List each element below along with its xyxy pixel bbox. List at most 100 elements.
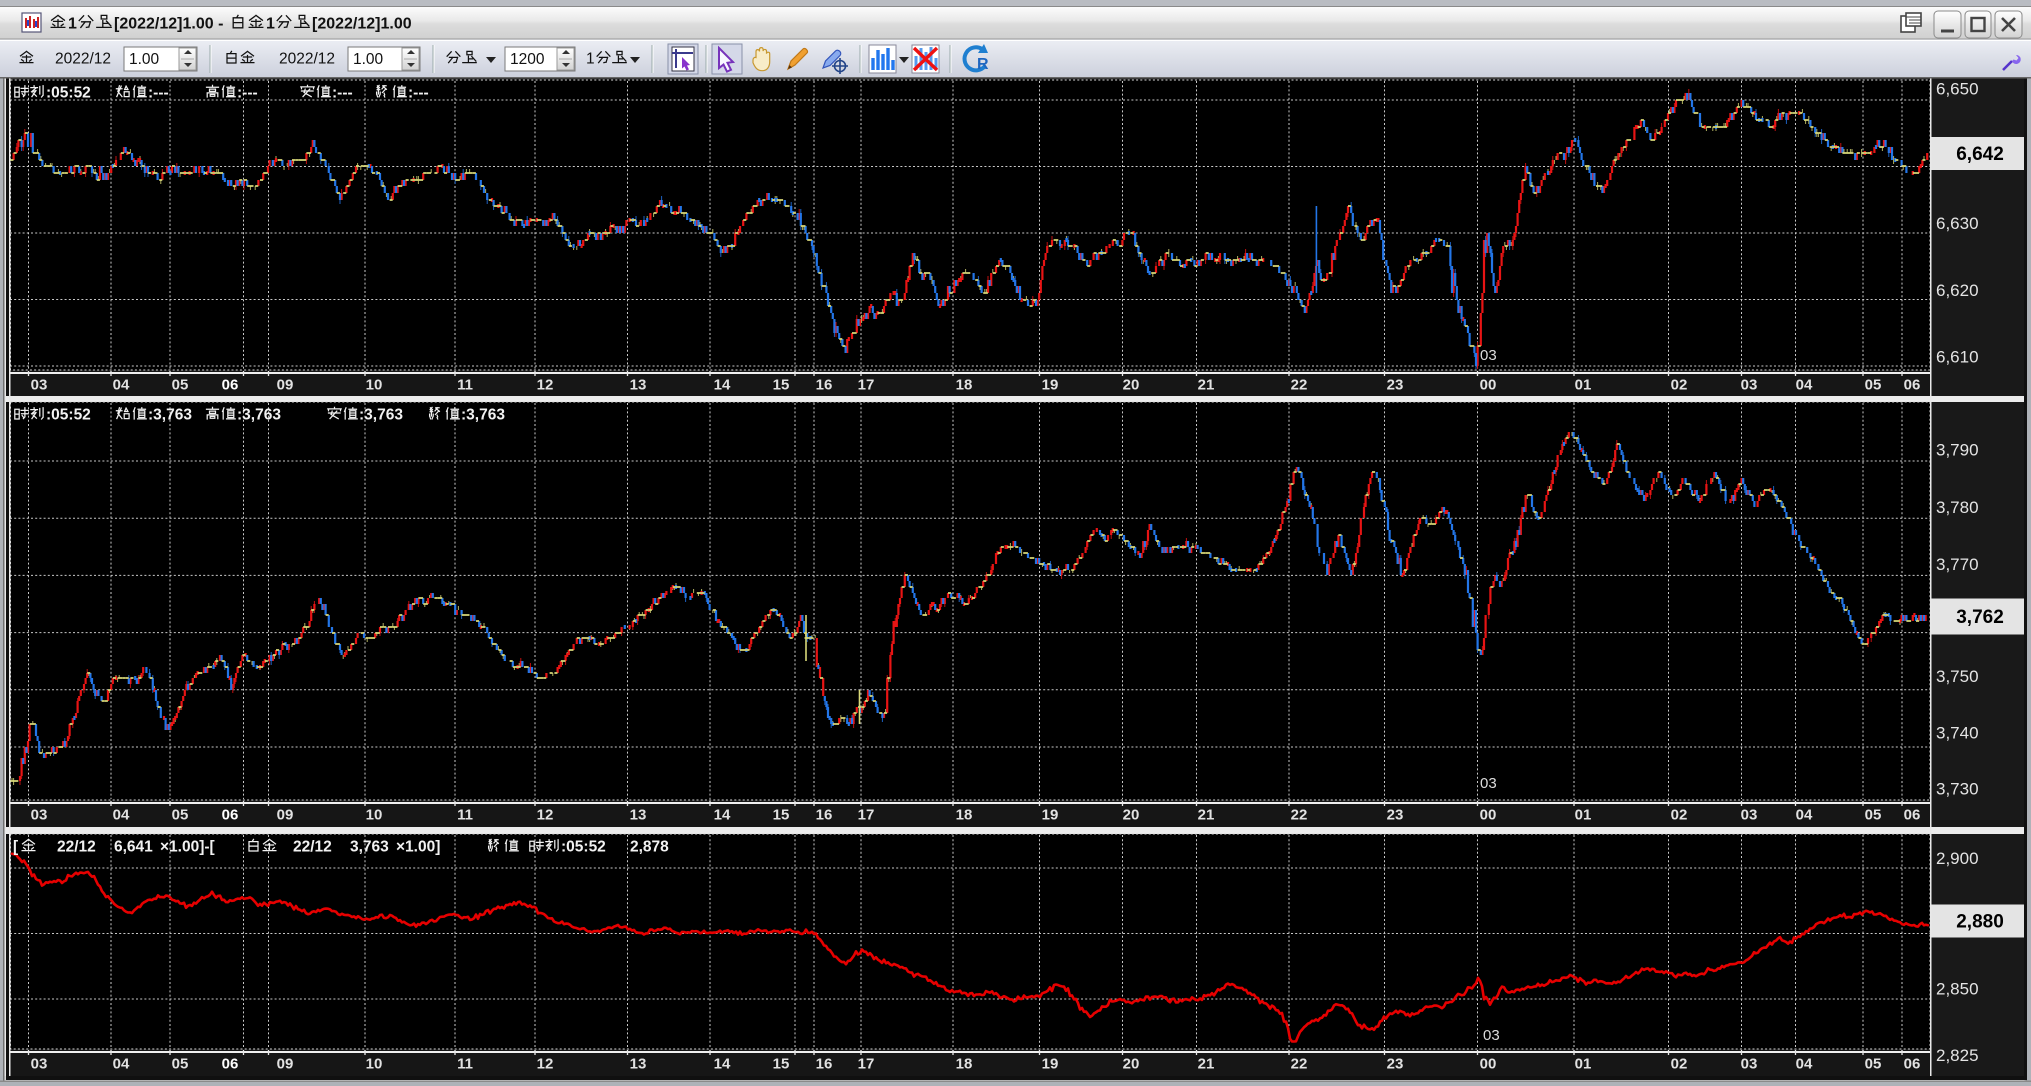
svg-text:23: 23 [1387,807,1404,824]
svg-text:03: 03 [1741,807,1758,824]
svg-text:04: 04 [113,807,130,824]
svg-text::05:52: :05:52 [46,85,91,102]
svg-text:17: 17 [858,1056,875,1073]
svg-text::3,763: :3,763 [359,407,403,424]
svg-text:19: 19 [1042,807,1059,824]
svg-text:×1.00]: ×1.00] [396,839,440,856]
svg-text:6,642: 6,642 [1956,144,2004,165]
svg-text:20: 20 [1123,807,1140,824]
svg-text:23: 23 [1387,377,1404,394]
svg-text:6,610: 6,610 [1936,348,1979,367]
svg-text:03: 03 [1741,377,1758,394]
svg-text:02: 02 [1671,1056,1688,1073]
svg-text:2,878: 2,878 [630,839,669,856]
svg-text:06: 06 [222,1056,239,1073]
svg-text:1.00: 1.00 [129,51,160,68]
svg-text:19: 19 [1042,377,1059,394]
svg-text:00: 00 [1480,1056,1497,1073]
svg-text:3,762: 3,762 [1956,607,2004,628]
svg-text:R: R [977,56,989,73]
svg-text:17: 17 [858,377,875,394]
svg-text:6,650: 6,650 [1936,80,1979,99]
svg-text:[: [ [13,839,18,856]
svg-text:6,641: 6,641 [114,839,153,856]
svg-text:13: 13 [630,1056,647,1073]
svg-text:06: 06 [1904,807,1921,824]
svg-text:21: 21 [1198,1056,1215,1073]
svg-text:14: 14 [714,807,731,824]
svg-text:23: 23 [1387,1056,1404,1073]
svg-text::---: :--- [408,85,429,102]
svg-text:06: 06 [1904,377,1921,394]
svg-text:2,880: 2,880 [1956,912,2004,933]
svg-text:16: 16 [816,377,833,394]
svg-text:21: 21 [1198,807,1215,824]
svg-text:09: 09 [277,807,294,824]
svg-text:22: 22 [1291,1056,1308,1073]
svg-text:04: 04 [1796,807,1813,824]
svg-text:22/12: 22/12 [57,839,96,856]
svg-text:05: 05 [172,377,189,394]
svg-text:05: 05 [1865,807,1882,824]
svg-text:11: 11 [457,377,473,394]
svg-text::---: :--- [148,85,169,102]
svg-text:15: 15 [773,377,790,394]
svg-text:02: 02 [1671,377,1688,394]
svg-text:06: 06 [1904,1056,1921,1073]
svg-text:14: 14 [714,1056,731,1073]
svg-text:03: 03 [31,1056,48,1073]
svg-text:3,770: 3,770 [1936,555,1979,574]
svg-text:20: 20 [1123,377,1140,394]
svg-text:16: 16 [816,807,833,824]
svg-text:22: 22 [1291,807,1308,824]
svg-text:16: 16 [816,1056,833,1073]
svg-text:05: 05 [1865,377,1882,394]
svg-text:2022/12: 2022/12 [279,51,335,68]
svg-text:[2022/12]1.00 -: [2022/12]1.00 - [114,16,223,33]
svg-text:03: 03 [1480,347,1497,364]
svg-text:2,850: 2,850 [1936,980,1979,999]
svg-text:01: 01 [1575,1056,1592,1073]
svg-text:6,630: 6,630 [1936,214,1979,233]
svg-text:03: 03 [1741,1056,1758,1073]
svg-text:03: 03 [1480,775,1497,792]
svg-text:2,900: 2,900 [1936,849,1979,868]
svg-text:05: 05 [172,1056,189,1073]
svg-text:14: 14 [714,377,731,394]
svg-text:21: 21 [1198,377,1215,394]
svg-text:05: 05 [1865,1056,1882,1073]
svg-text:10: 10 [366,1056,383,1073]
svg-text:13: 13 [630,377,647,394]
svg-text:01: 01 [1575,377,1592,394]
svg-text:20: 20 [1123,1056,1140,1073]
svg-text:00: 00 [1480,807,1497,824]
svg-text::05:52: :05:52 [46,407,91,424]
svg-text:10: 10 [366,377,383,394]
svg-text:22/12: 22/12 [293,839,332,856]
svg-text:[2022/12]1.00: [2022/12]1.00 [312,16,412,33]
svg-text:12: 12 [537,377,554,394]
svg-text:09: 09 [277,377,294,394]
svg-text:04: 04 [1796,1056,1813,1073]
svg-text:15: 15 [773,807,790,824]
svg-text:04: 04 [113,1056,130,1073]
svg-text:1.00: 1.00 [353,51,384,68]
svg-text:3,730: 3,730 [1936,780,1979,799]
svg-text:05: 05 [172,807,189,824]
svg-text:3,780: 3,780 [1936,498,1979,517]
svg-text:1200: 1200 [510,51,545,68]
svg-text:03: 03 [1483,1027,1500,1044]
svg-text:13: 13 [630,807,647,824]
svg-text:04: 04 [1796,377,1813,394]
svg-text:06: 06 [222,377,239,394]
svg-text:11: 11 [457,1056,473,1073]
svg-text::3,763: :3,763 [148,407,192,424]
svg-text:18: 18 [956,377,973,394]
svg-text:02: 02 [1671,807,1688,824]
svg-text::---: :--- [332,85,353,102]
svg-text:2,825: 2,825 [1936,1046,1979,1065]
svg-text:3,740: 3,740 [1936,724,1979,743]
svg-text::05:52: :05:52 [561,839,606,856]
svg-text:04: 04 [113,377,130,394]
svg-text:18: 18 [956,807,973,824]
